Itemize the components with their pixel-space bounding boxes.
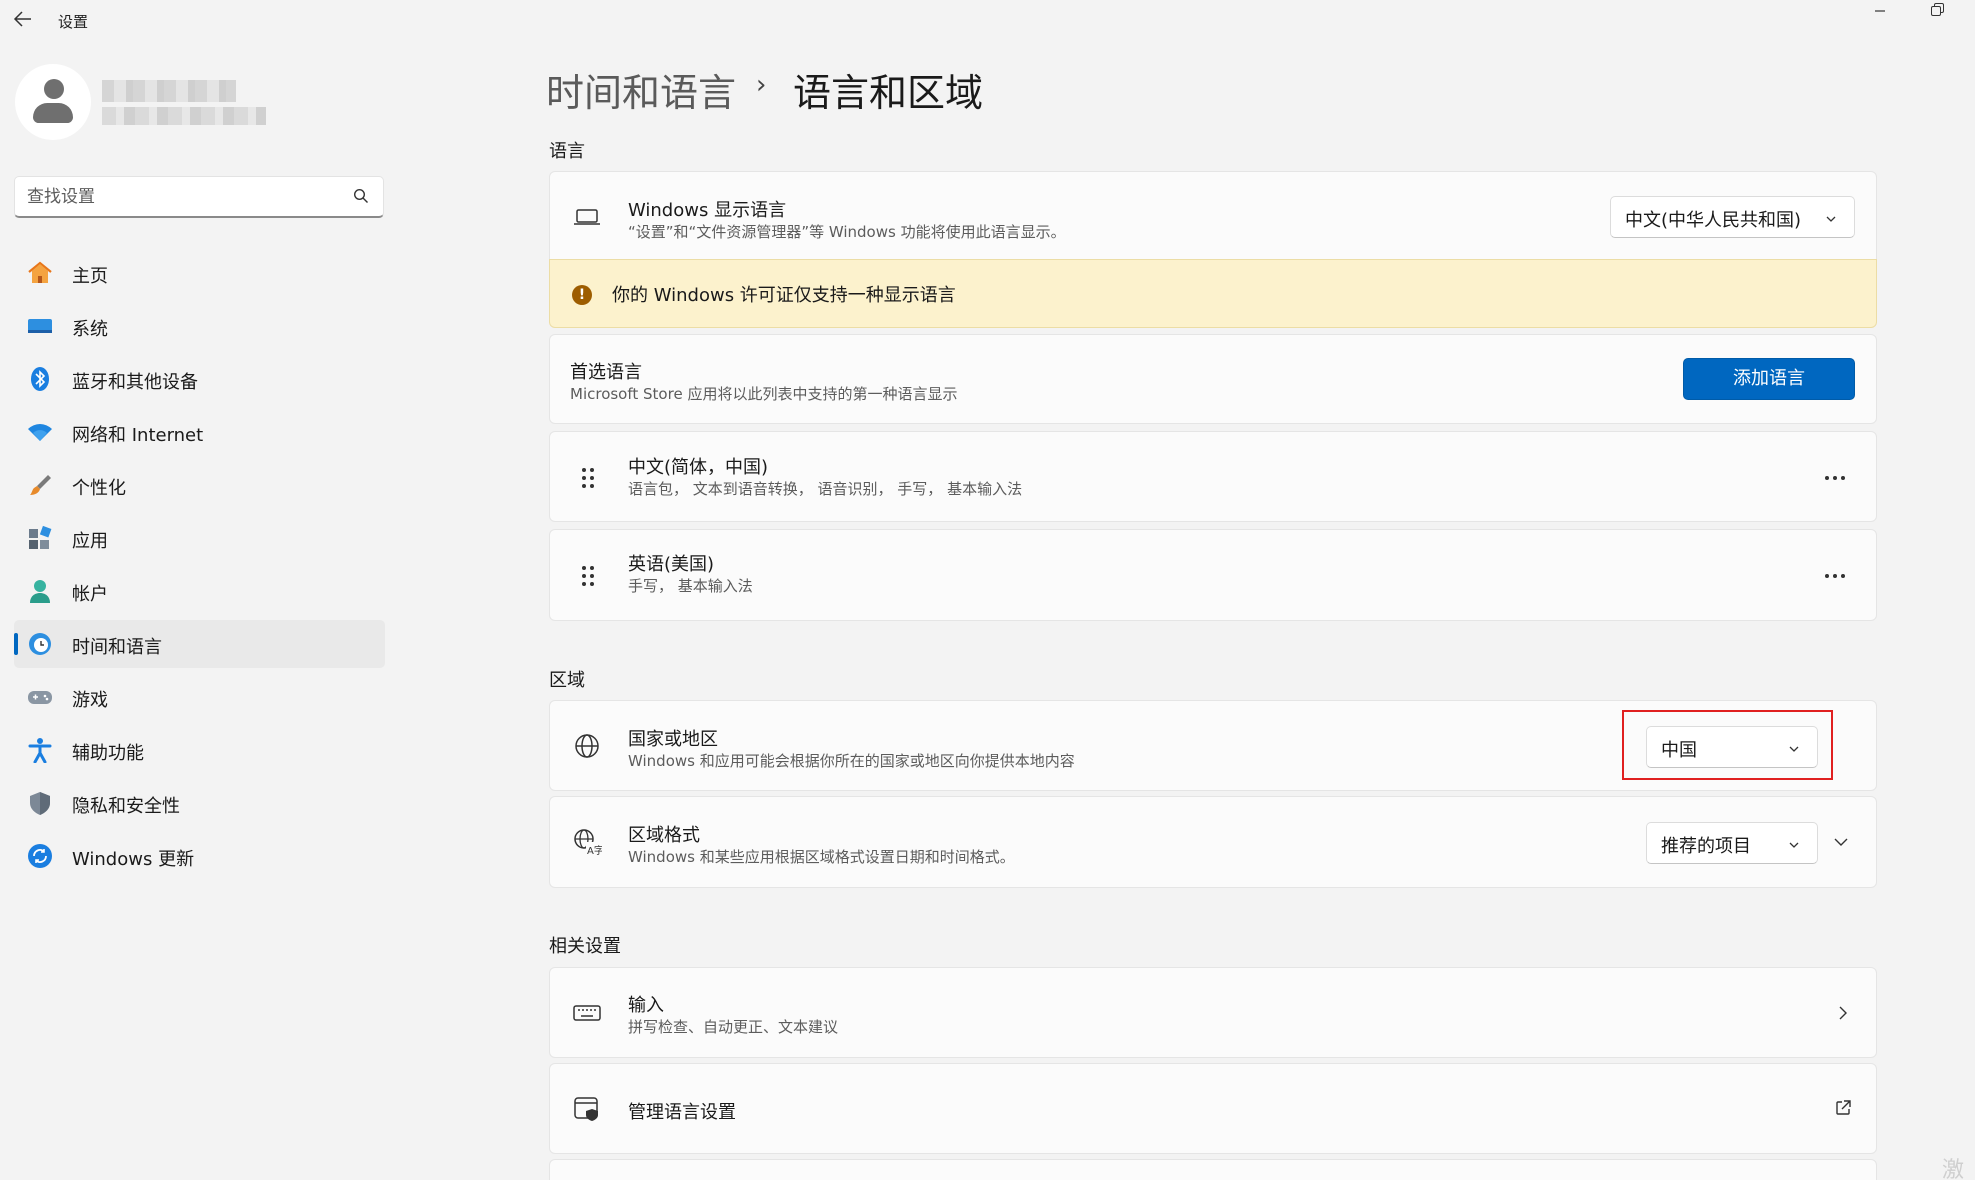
bluetooth-icon (26, 366, 54, 392)
language-name: 英语(美国) (628, 554, 715, 575)
display-language-dropdown[interactable]: 中文(中华人民共和国) (1610, 196, 1855, 238)
page-title: 语言和区域 (793, 71, 984, 115)
person-icon (26, 578, 54, 604)
expand-chevron-icon[interactable] (1833, 834, 1849, 850)
language-item-card[interactable]: 中文(简体，中国) 语言包， 文本到语音转换， 语音识别， 手写， 基本输入法 (549, 431, 1877, 522)
language-name: 中文(简体，中国) (628, 457, 769, 478)
license-warning-banner: ! 你的 Windows 许可证仅支持一种显示语言 (549, 259, 1877, 328)
user-name-blurred (102, 80, 236, 102)
more-options-icon[interactable] (1820, 473, 1850, 483)
country-region-title: 国家或地区 (628, 729, 718, 750)
sidebar-item-accessibility[interactable]: 辅助功能 (14, 726, 385, 774)
chevron-right-icon (1835, 1005, 1851, 1021)
display-language-card: Windows 显示语言 “设置”和“文件资源管理器”等 Windows 功能将… (549, 171, 1877, 260)
globe-icon (572, 731, 602, 761)
clock-globe-icon (26, 631, 54, 657)
sidebar-item-personalization[interactable]: 个性化 (14, 461, 385, 509)
sidebar-item-apps[interactable]: 应用 (14, 514, 385, 562)
language-globe-icon: A字 (572, 827, 604, 857)
regional-format-title: 区域格式 (628, 825, 700, 846)
license-warning-text: 你的 Windows 许可证仅支持一种显示语言 (612, 285, 956, 306)
apps-icon (26, 525, 54, 551)
active-indicator (14, 633, 18, 655)
display-language-subtitle: “设置”和“文件资源管理器”等 Windows 功能将使用此语言显示。 (628, 223, 1066, 241)
brush-icon (26, 472, 54, 498)
typing-subtitle: 拼写检查、自动更正、文本建议 (628, 1018, 839, 1036)
sidebar-item-privacy[interactable]: 隐私和安全性 (14, 779, 385, 827)
preferred-language-title: 首选语言 (570, 362, 642, 383)
sidebar-item-network[interactable]: 网络和 Internet (14, 408, 385, 456)
related-item-partial[interactable] (549, 1159, 1877, 1180)
regional-format-dropdown[interactable]: 推荐的项目 (1646, 822, 1818, 864)
warning-icon: ! (572, 285, 592, 305)
minimize-icon[interactable] (1870, 0, 1892, 20)
sidebar-item-system[interactable]: 系统 (14, 302, 385, 350)
preferred-language-card: 首选语言 Microsoft Store 应用将以此列表中支持的第一种语言显示 … (549, 334, 1877, 424)
preferred-language-subtitle: Microsoft Store 应用将以此列表中支持的第一种语言显示 (570, 385, 958, 403)
shield-icon (26, 790, 54, 816)
search-box[interactable] (14, 176, 384, 218)
drag-handle-icon[interactable] (580, 467, 596, 491)
related-item-admin-language[interactable]: 管理语言设置 (549, 1063, 1877, 1154)
regional-format-value: 推荐的项目 (1661, 836, 1751, 857)
sidebar-item-gaming[interactable]: 游戏 (14, 673, 385, 721)
drag-handle-icon[interactable] (580, 565, 596, 589)
more-options-icon[interactable] (1820, 571, 1850, 581)
sidebar-item-time-language[interactable]: 时间和语言 (14, 620, 385, 668)
typing-title: 输入 (628, 995, 664, 1016)
search-icon[interactable] (353, 188, 369, 204)
language-features: 语言包， 文本到语音转换， 语音识别， 手写， 基本输入法 (628, 480, 1023, 498)
laptop-icon (572, 202, 602, 232)
avatar[interactable] (15, 64, 91, 140)
chevron-down-icon (1787, 836, 1801, 850)
restore-icon[interactable] (1930, 2, 1946, 18)
regional-format-subtitle: Windows 和某些应用根据区域格式设置日期和时间格式。 (628, 848, 1015, 866)
regional-format-card[interactable]: A字 区域格式 Windows 和某些应用根据区域格式设置日期和时间格式。 推荐… (549, 796, 1877, 888)
language-item-card[interactable]: 英语(美国) 手写， 基本输入法 (549, 529, 1877, 621)
search-input[interactable] (27, 183, 327, 211)
sidebar-item-bluetooth[interactable]: 蓝牙和其他设备 (14, 355, 385, 403)
display-language-value: 中文(中华人民共和国) (1625, 210, 1802, 231)
wifi-icon (26, 419, 54, 445)
back-arrow-icon[interactable] (12, 8, 36, 32)
gamepad-icon (26, 684, 54, 710)
country-region-subtitle: Windows 和应用可能会根据你所在的国家或地区向你提供本地内容 (628, 752, 1075, 770)
language-features: 手写， 基本输入法 (628, 577, 753, 595)
svg-text:A字: A字 (587, 844, 602, 857)
add-language-button[interactable]: 添加语言 (1683, 358, 1855, 400)
keyboard-icon (572, 998, 602, 1028)
update-icon (26, 843, 54, 869)
sidebar-item-accounts[interactable]: 帐户 (14, 567, 385, 615)
monitor-icon (26, 313, 54, 339)
sidebar-item-home[interactable]: 主页 (14, 249, 385, 297)
related-item-typing[interactable]: 输入 拼写检查、自动更正、文本建议 (549, 967, 1877, 1058)
accessibility-icon (26, 737, 54, 764)
section-title-related: 相关设置 (549, 936, 621, 957)
sidebar-item-windows-update[interactable]: Windows 更新 (14, 832, 385, 880)
admin-language-title: 管理语言设置 (628, 1102, 736, 1123)
window-title: 设置 (58, 13, 89, 31)
user-email-blurred (102, 107, 266, 125)
breadcrumb-parent[interactable]: 时间和语言 (546, 62, 736, 117)
home-icon (26, 260, 54, 286)
external-link-icon (1834, 1099, 1852, 1117)
breadcrumb-separator-icon: › (756, 70, 767, 100)
section-title-region: 区域 (549, 670, 585, 691)
annotation-highlight-box (1622, 710, 1833, 780)
admin-language-icon (572, 1094, 602, 1124)
watermark-text: 激 (1942, 1158, 1965, 1180)
title-bar: 设置 (0, 0, 1975, 40)
section-title-language: 语言 (549, 141, 585, 162)
chevron-down-icon (1824, 210, 1838, 224)
display-language-title: Windows 显示语言 (628, 200, 787, 221)
